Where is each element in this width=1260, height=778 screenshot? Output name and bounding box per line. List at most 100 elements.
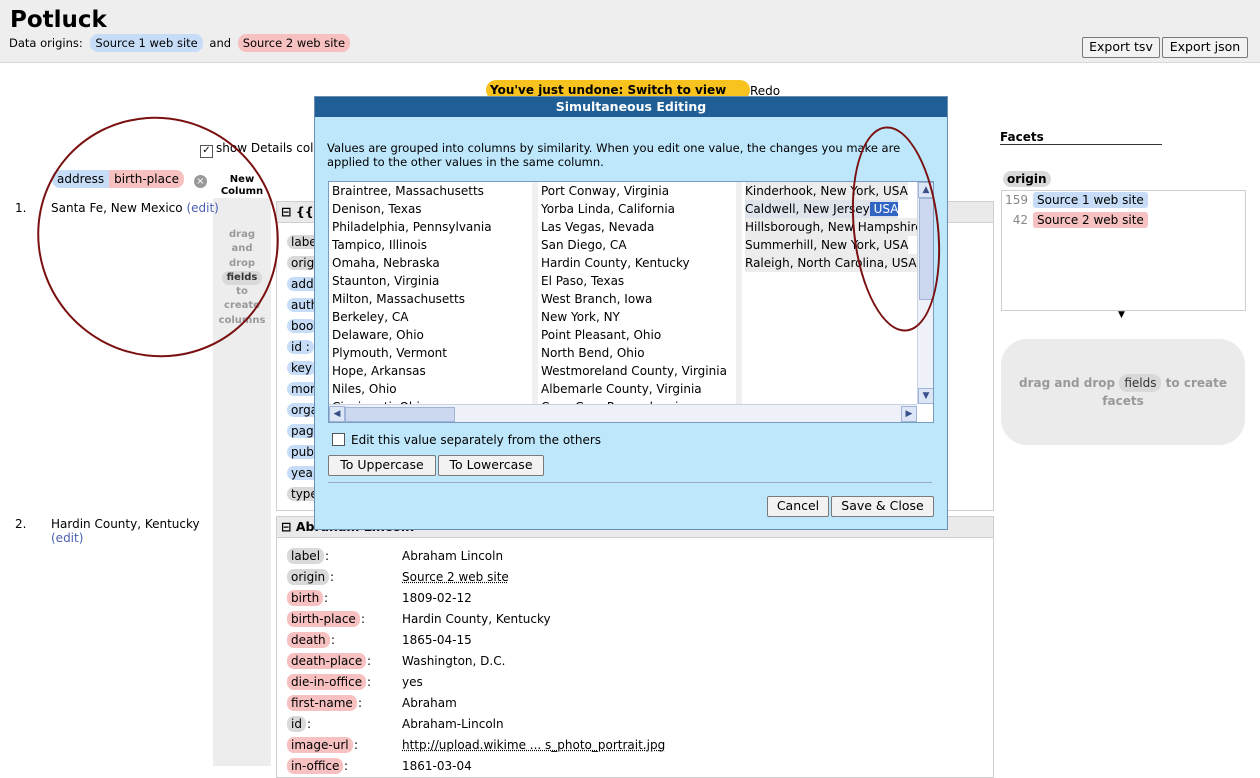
row-value-text: Hardin County, Kentucky [51, 517, 200, 531]
scroll-right-icon[interactable]: ▶ [901, 406, 917, 422]
value-item[interactable]: Braintree, Massachusetts [332, 182, 484, 200]
field-colon: : [325, 549, 330, 563]
field-name[interactable]: first-name [287, 695, 357, 711]
value-item[interactable]: Albemarle County, Virginia [541, 380, 702, 398]
field-value[interactable]: http://upload.wikime ... s_photo_portrai… [402, 735, 665, 755]
value-item[interactable]: Las Vegas, Nevada [541, 218, 654, 236]
facet-name[interactable]: origin [1003, 171, 1051, 187]
value-item[interactable]: Westmoreland County, Virginia [541, 362, 727, 380]
value-item[interactable]: Delaware, Ohio [332, 326, 424, 344]
origin-source2-link[interactable]: Source 2 web site [237, 34, 351, 52]
value-item[interactable]: El Paso, Texas [541, 272, 624, 290]
origins-and: and [209, 36, 232, 50]
app-title: Potluck [10, 7, 107, 33]
field-name[interactable]: death-place [287, 653, 367, 669]
row-number: 1. [15, 201, 27, 215]
value-item[interactable]: San Diego, CA [541, 236, 627, 254]
field-name[interactable]: in-office [287, 758, 344, 774]
value-column: Port Conway, Virginia Yorba Linda, Califo… [538, 182, 736, 404]
export-tsv-button[interactable]: Export tsv [1082, 37, 1160, 58]
value-item[interactable]: Milton, Massachusetts [332, 290, 465, 308]
origins-label: Data origins: [9, 36, 83, 50]
facets-title: Facets [1000, 130, 1162, 145]
value-item[interactable]: West Branch, Iowa [541, 290, 652, 308]
facet-list: 159 Source 1 web site 42 Source 2 web si… [1001, 190, 1246, 311]
scroll-left-icon[interactable]: ◀ [329, 406, 345, 422]
field-value: yes [402, 675, 423, 689]
value-item[interactable]: Point Pleasant, Ohio [541, 326, 661, 344]
record-field: death : 1865-04-15 [287, 630, 977, 650]
collapse-icon[interactable]: ⊟ [281, 204, 296, 219]
field-value: 1861-03-04 [402, 759, 472, 773]
field-value: Hardin County, Kentucky [402, 612, 551, 626]
field-colon: : [331, 633, 336, 647]
horizontal-scrollbar[interactable]: ◀ ▶ [329, 404, 917, 422]
field-name[interactable]: birth-place [287, 611, 360, 627]
field-name[interactable]: image-url [287, 737, 353, 753]
edit-separately-option[interactable]: Edit this value separately from the othe… [332, 433, 601, 447]
facet-drop-zone[interactable]: drag and drop fields to create facets [1001, 339, 1245, 445]
lowercase-button[interactable]: To Lowercase [438, 455, 544, 476]
record-field: birth : 1809-02-12 [287, 588, 977, 608]
record-field: birth-place : Hardin County, Kentucky [287, 609, 977, 629]
record-field: in-office : 1861-03-04 [287, 756, 977, 776]
value-item[interactable]: Denison, Texas [332, 200, 422, 218]
export-json-button[interactable]: Export json [1162, 37, 1248, 58]
field-colon: : [361, 612, 366, 626]
field-name[interactable]: death [287, 632, 330, 648]
field-name[interactable]: id : [287, 340, 314, 354]
data-origins: Data origins: Source 1 web site and Sour… [9, 34, 351, 52]
field-name[interactable]: label [287, 548, 325, 564]
origin-source1-link[interactable]: Source 1 web site [90, 34, 203, 52]
value-item[interactable]: Philadelphia, Pennsylvania [332, 218, 492, 236]
record-field: origin : Source 2 web site [287, 567, 977, 587]
value-item[interactable]: New York, NY [541, 308, 620, 326]
record-field: first-name : Abraham [287, 693, 977, 713]
collapse-icon[interactable]: ⊟ [281, 519, 296, 534]
field-name[interactable]: origin [287, 569, 330, 585]
simultaneous-editing-dialog: Simultaneous Editing Values are grouped … [314, 96, 948, 530]
value-item[interactable]: Niles, Ohio [332, 380, 397, 398]
field-name[interactable]: die-in-office [287, 674, 367, 690]
field-name[interactable]: boo [287, 319, 318, 333]
value-item[interactable]: North Bend, Ohio [541, 344, 645, 362]
facet-drop-text: drag and drop [1019, 376, 1116, 390]
dialog-description: Values are grouped into columns by simil… [327, 141, 901, 169]
field-colon: : [367, 675, 372, 689]
value-item[interactable]: Plymouth, Vermont [332, 344, 447, 362]
uppercase-button[interactable]: To Uppercase [328, 455, 436, 476]
scroll-down-icon[interactable]: ▼ [918, 388, 933, 404]
field-value[interactable]: Source 2 web site [402, 567, 509, 587]
field-colon: : [354, 738, 359, 752]
value-column: Braintree, Massachusetts Denison, Texas Ph… [329, 182, 532, 404]
record-card: ⊟ Abraham Lincoln label : Abraham Lincoln… [276, 516, 994, 778]
resize-arrow-icon[interactable]: ▼ [1118, 310, 1125, 320]
save-close-button[interactable]: Save & Close [831, 496, 934, 517]
scroll-thumb[interactable] [345, 407, 455, 422]
field-name[interactable]: id [287, 716, 306, 732]
field-colon: : [344, 759, 349, 773]
facet-drop-pill: fields [1119, 374, 1162, 392]
record-field: label : Abraham Lincoln [287, 546, 977, 566]
row-value: Hardin County, Kentucky (edit) [51, 517, 201, 545]
record-field: key [287, 356, 317, 376]
value-item[interactable]: Hope, Arkansas [332, 362, 426, 380]
value-item[interactable]: Yorba Linda, California [541, 200, 675, 218]
value-item[interactable]: Staunton, Virginia [332, 272, 439, 290]
edit-separately-checkbox[interactable] [332, 433, 345, 446]
value-item[interactable]: Omaha, Nebraska [332, 254, 440, 272]
field-name[interactable]: key [287, 361, 317, 375]
field-value: Abraham Lincoln [402, 549, 504, 563]
record-field: image-url : http://upload.wikime ... s_ph… [287, 735, 977, 755]
field-colon: : [330, 570, 335, 584]
field-value: 1865-04-15 [402, 633, 472, 647]
facet-count: 42 [1012, 213, 1028, 227]
field-value: Washington, D.C. [402, 654, 506, 668]
value-item[interactable]: Tampico, Illinois [332, 236, 427, 254]
value-item[interactable]: Berkeley, CA [332, 308, 409, 326]
cancel-button[interactable]: Cancel [767, 496, 829, 517]
value-item[interactable]: Port Conway, Virginia [541, 182, 669, 200]
row-edit-link[interactable]: (edit) [51, 531, 83, 545]
field-name[interactable]: birth [287, 590, 324, 606]
value-item[interactable]: Hardin County, Kentucky [541, 254, 690, 272]
